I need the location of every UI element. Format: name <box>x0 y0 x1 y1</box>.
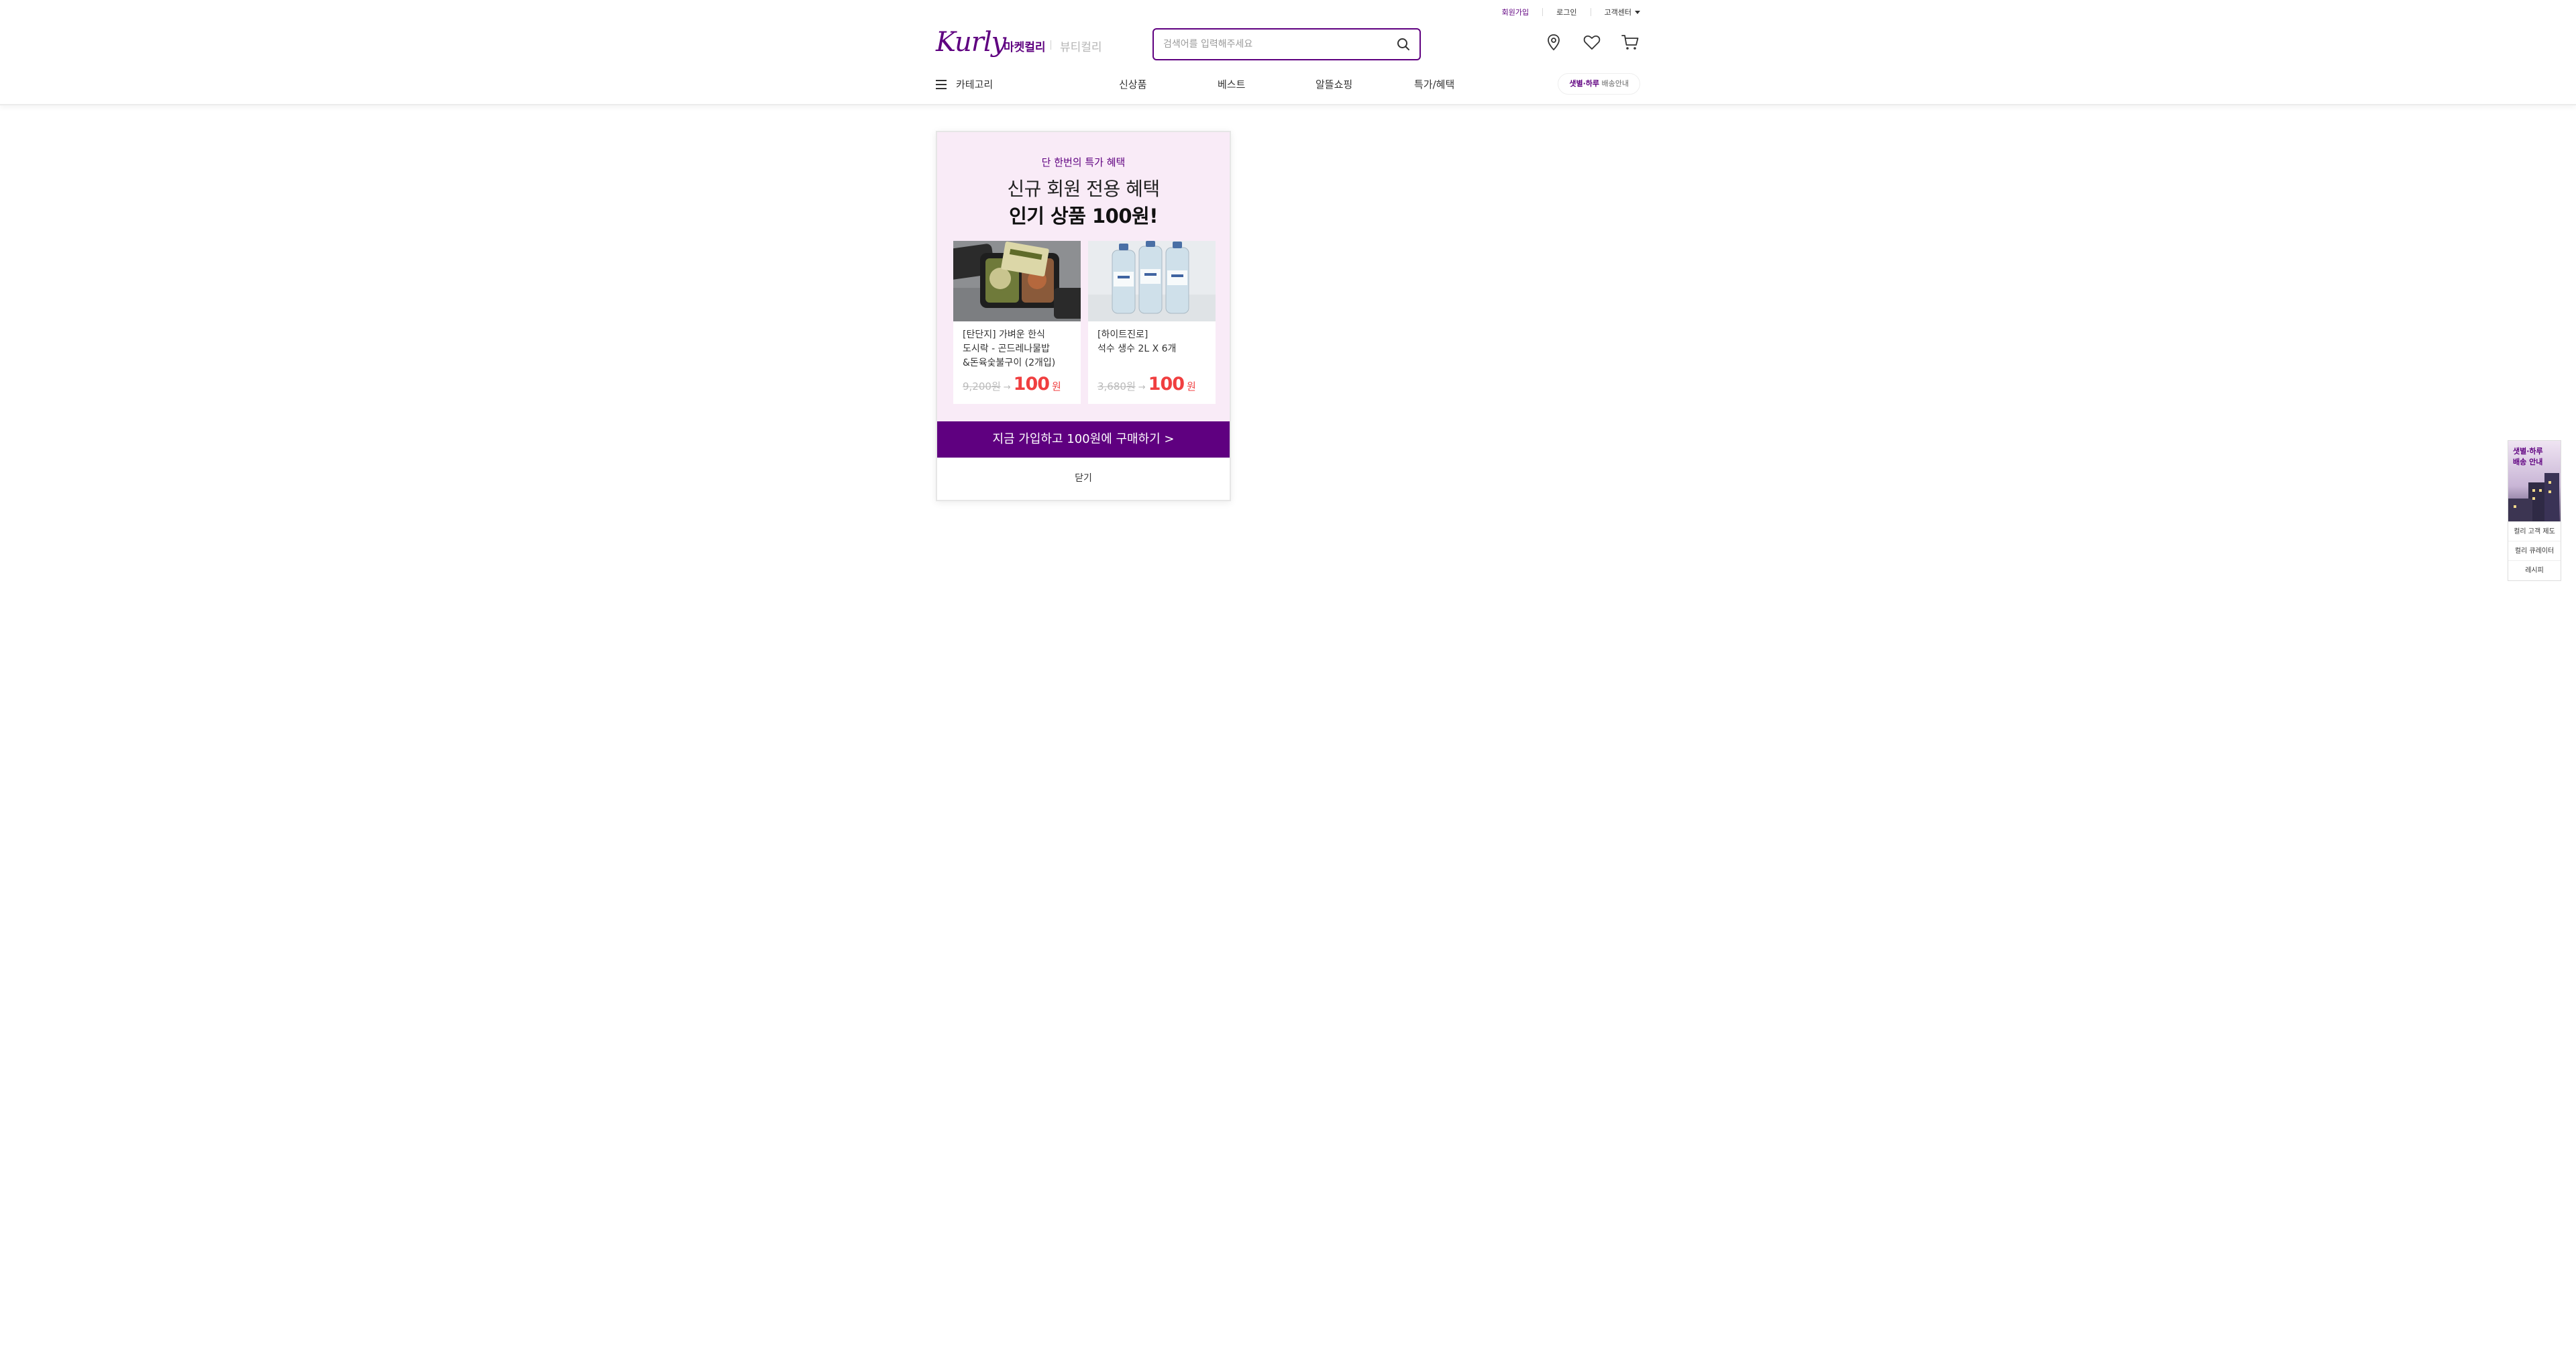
login-link[interactable]: 로그인 <box>1556 7 1576 17</box>
product-name: [하이트진로] 석수 생수 2L X 6개 <box>1097 329 1177 354</box>
search-icon[interactable] <box>1395 36 1411 52</box>
nav-new-products[interactable]: 신상품 <box>1119 77 1146 91</box>
product-name: [탄단지] 가벼운 한식 도시락 - 곤드레나물밥 &돈육숯불구이 (2개입) <box>963 329 1056 368</box>
popup-eyebrow: 단 한번의 특가 혜택 <box>1041 156 1126 168</box>
close-button[interactable]: 닫기 <box>937 458 1230 500</box>
sale-price: 100 <box>1148 374 1185 395</box>
heart-icon[interactable] <box>1582 32 1602 52</box>
product-card[interactable]: [하이트진로] 석수 생수 2L X 6개 3,680원 → 100 원 <box>1088 241 1216 404</box>
sale-price: 100 <box>1013 374 1050 395</box>
page: 회원가입 로그인 고객센터 Kurly 마켓컬리 뷰티컬리 검색어를 입력해주세… <box>0 0 2576 1356</box>
delivery-highlight: 샛별·하루 <box>1569 79 1600 88</box>
caret-down-icon <box>1635 10 1640 14</box>
hamburger-icon <box>936 79 947 89</box>
product-price: 9,200원 → 100 원 <box>963 374 1061 395</box>
customer-center-menu[interactable]: 고객센터 <box>1605 7 1640 17</box>
cart-icon[interactable] <box>1620 32 1640 52</box>
util-bar: 회원가입 로그인 고객센터 <box>936 0 1640 24</box>
arrow-icon: → <box>1003 382 1011 393</box>
side-links: 컬리 고객 제도 컬리 큐레이터 레시피 <box>2508 522 2561 581</box>
original-price: 9,200원 <box>963 380 1001 393</box>
gnb: 카테고리 신상품 베스트 알뜰쇼핑 특가/혜택 샛별·하루 배송안내 <box>936 69 1640 100</box>
delivery-banner-text: 샛별·하루 배송 안내 <box>2513 447 2543 466</box>
site-header: 회원가입 로그인 고객센터 Kurly 마켓컬리 뷰티컬리 검색어를 입력해주세… <box>0 0 2576 105</box>
kurly-logo[interactable]: Kurly <box>936 27 1006 58</box>
tab-beauty-kurly[interactable]: 뷰티컬리 <box>1060 38 1102 54</box>
category-label: 카테고리 <box>956 79 994 91</box>
popup-body: 단 한번의 특가 혜택 신규 회원 전용 혜택 인기 상품 100원! [탄단지… <box>937 132 1230 421</box>
original-price: 3,680원 <box>1097 380 1136 393</box>
location-icon[interactable] <box>1544 32 1564 52</box>
signup-link[interactable]: 회원가입 <box>1502 7 1529 17</box>
price-unit: 원 <box>1052 380 1061 393</box>
delivery-banner[interactable]: 샛별·하루 배송 안내 <box>2508 440 2561 522</box>
side-quick-menu: 샛별·하루 배송 안내 컬리 고객 제도 컬리 큐레이터 레시피 <box>2508 440 2561 581</box>
arrow-icon: → <box>1138 382 1146 393</box>
product-card[interactable]: [탄단지] 가벼운 한식 도시락 - 곤드레나물밥 &돈육숯불구이 (2개입) … <box>953 241 1081 404</box>
popup-title-line1: 신규 회원 전용 혜택 <box>1007 178 1160 200</box>
header-icons <box>1544 32 1640 52</box>
divider <box>1542 8 1544 16</box>
lunchbox-image <box>953 241 1081 321</box>
price-unit: 원 <box>1187 380 1196 393</box>
nav-best[interactable]: 베스트 <box>1218 77 1245 91</box>
delivery-info-button[interactable]: 샛별·하루 배송안내 <box>1558 73 1640 95</box>
nav-thrifty-shopping[interactable]: 알뜰쇼핑 <box>1316 77 1352 91</box>
search-input[interactable] <box>1163 36 1385 52</box>
nav-special-offers[interactable]: 특가/혜택 <box>1414 77 1454 91</box>
side-link-customer-grade[interactable]: 컬리 고객 제도 <box>2508 522 2561 541</box>
product-price: 3,680원 → 100 원 <box>1097 374 1196 395</box>
new-member-popup: 단 한번의 특가 혜택 신규 회원 전용 혜택 인기 상품 100원! [탄단지… <box>936 131 1231 501</box>
delivery-label: 배송안내 <box>1599 79 1629 88</box>
tab-market-kurly[interactable]: 마켓컬리 <box>1004 38 1046 54</box>
header-main: Kurly 마켓컬리 뷰티컬리 <box>936 24 1640 66</box>
side-link-recipe[interactable]: 레시피 <box>2508 561 2561 580</box>
customer-center-label: 고객센터 <box>1604 8 1631 17</box>
signup-purchase-button[interactable]: 지금 가입하고 100원에 구매하기 > <box>937 421 1230 458</box>
category-menu[interactable]: 카테고리 <box>936 77 993 91</box>
water-bottles-image <box>1088 241 1216 321</box>
popup-title-line2: 인기 상품 100원! <box>1009 205 1158 227</box>
side-link-curator[interactable]: 컬리 큐레이터 <box>2508 541 2561 561</box>
search-box <box>1152 28 1421 60</box>
